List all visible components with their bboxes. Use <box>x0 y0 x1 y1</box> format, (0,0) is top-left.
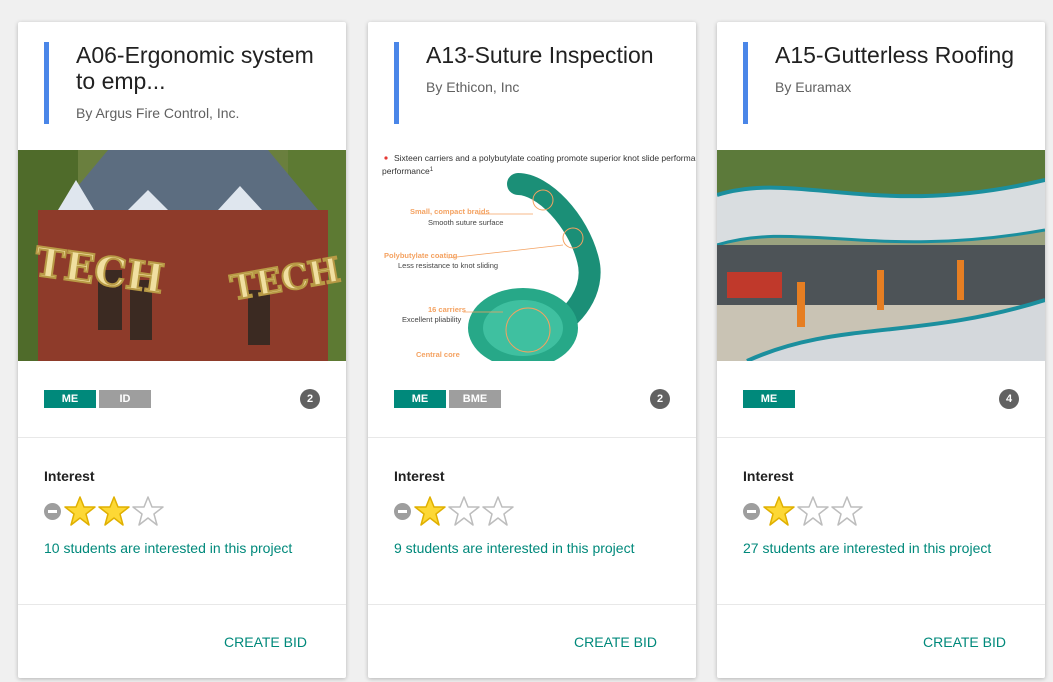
star-filled-icon[interactable] <box>63 495 97 527</box>
diagram-sublabel-resistance: Less resistance to knot sliding <box>398 261 498 270</box>
discipline-tags: ME BME <box>394 390 501 408</box>
divider <box>18 604 346 605</box>
create-bid-button[interactable]: CREATE BID <box>574 634 657 650</box>
discipline-tags: ME ID <box>44 390 151 408</box>
project-title: A06-Ergonomic system to emp... <box>76 42 314 94</box>
diagram-label-braids: Small, compact braids <box>410 207 490 216</box>
project-title: A15-Gutterless Roofing <box>775 42 1015 68</box>
suture-diagram: Sixteen carriers and a polybutylate coat… <box>368 150 696 361</box>
create-bid-button[interactable]: CREATE BID <box>224 634 307 650</box>
count-badge: 4 <box>999 389 1019 409</box>
interest-count-text: 27 students are interested in this proje… <box>743 540 992 556</box>
svg-text:performance1: performance1 <box>382 166 434 176</box>
interest-rating <box>394 495 515 527</box>
project-title: A13-Suture Inspection <box>426 42 654 68</box>
star-empty-icon[interactable] <box>796 495 830 527</box>
interest-label: Interest <box>394 468 445 484</box>
divider <box>368 437 696 438</box>
minus-icon[interactable] <box>44 502 61 520</box>
project-owner: By Euramax <box>775 79 852 95</box>
diagram-label-carriers: 16 carriers <box>428 305 466 314</box>
diagram-label-core: Central core <box>416 350 460 359</box>
star-filled-icon[interactable] <box>762 495 796 527</box>
interest-rating <box>743 495 864 527</box>
project-card: A06-Ergonomic system to emp... By Argus … <box>18 22 346 678</box>
tag-id: ID <box>99 390 151 408</box>
interest-count-text: 9 students are interested in this projec… <box>394 540 635 556</box>
count-badge: 2 <box>300 389 320 409</box>
bus-station-roof-photo <box>717 150 1045 361</box>
project-owner: By Argus Fire Control, Inc. <box>76 105 240 121</box>
minus-icon[interactable] <box>394 502 411 520</box>
divider <box>18 437 346 438</box>
diagram-bullet: Sixteen carriers and a polybutylate coat… <box>394 153 696 163</box>
star-empty-icon[interactable] <box>131 495 165 527</box>
divider <box>717 604 1045 605</box>
tech-tower-photo: TECH TECH <box>18 150 346 361</box>
count-badge: 2 <box>650 389 670 409</box>
divider <box>368 604 696 605</box>
card-header: A13-Suture Inspection By Ethicon, Inc <box>394 42 674 124</box>
diagram-sublabel-surface: Smooth suture surface <box>428 218 503 227</box>
card-header: A06-Ergonomic system to emp... By Argus … <box>44 42 324 124</box>
tag-bme: BME <box>449 390 501 408</box>
diagram-sublabel-pliability: Excellent pliability <box>402 315 461 324</box>
star-empty-icon[interactable] <box>447 495 481 527</box>
interest-rating <box>44 495 165 527</box>
interest-label: Interest <box>44 468 95 484</box>
project-image: TECH TECH <box>18 150 346 361</box>
star-filled-icon[interactable] <box>97 495 131 527</box>
tag-me: ME <box>44 390 96 408</box>
interest-count-text: 10 students are interested in this proje… <box>44 540 293 556</box>
project-card: A13-Suture Inspection By Ethicon, Inc Si… <box>368 22 696 678</box>
interest-label: Interest <box>743 468 794 484</box>
create-bid-button[interactable]: CREATE BID <box>923 634 1006 650</box>
project-card: A15-Gutterless Roofing By Euramax ME 4 I… <box>717 22 1045 678</box>
minus-icon[interactable] <box>743 502 760 520</box>
star-filled-icon[interactable] <box>413 495 447 527</box>
star-empty-icon[interactable] <box>481 495 515 527</box>
tag-me: ME <box>394 390 446 408</box>
divider <box>717 437 1045 438</box>
star-empty-icon[interactable] <box>830 495 864 527</box>
discipline-tags: ME <box>743 390 795 408</box>
project-image <box>717 150 1045 361</box>
tag-me: ME <box>743 390 795 408</box>
card-header: A15-Gutterless Roofing By Euramax <box>743 42 1023 124</box>
project-owner: By Ethicon, Inc <box>426 79 520 95</box>
diagram-label-coating: Polybutylate coating <box>384 251 458 260</box>
project-image: Sixteen carriers and a polybutylate coat… <box>368 150 696 361</box>
